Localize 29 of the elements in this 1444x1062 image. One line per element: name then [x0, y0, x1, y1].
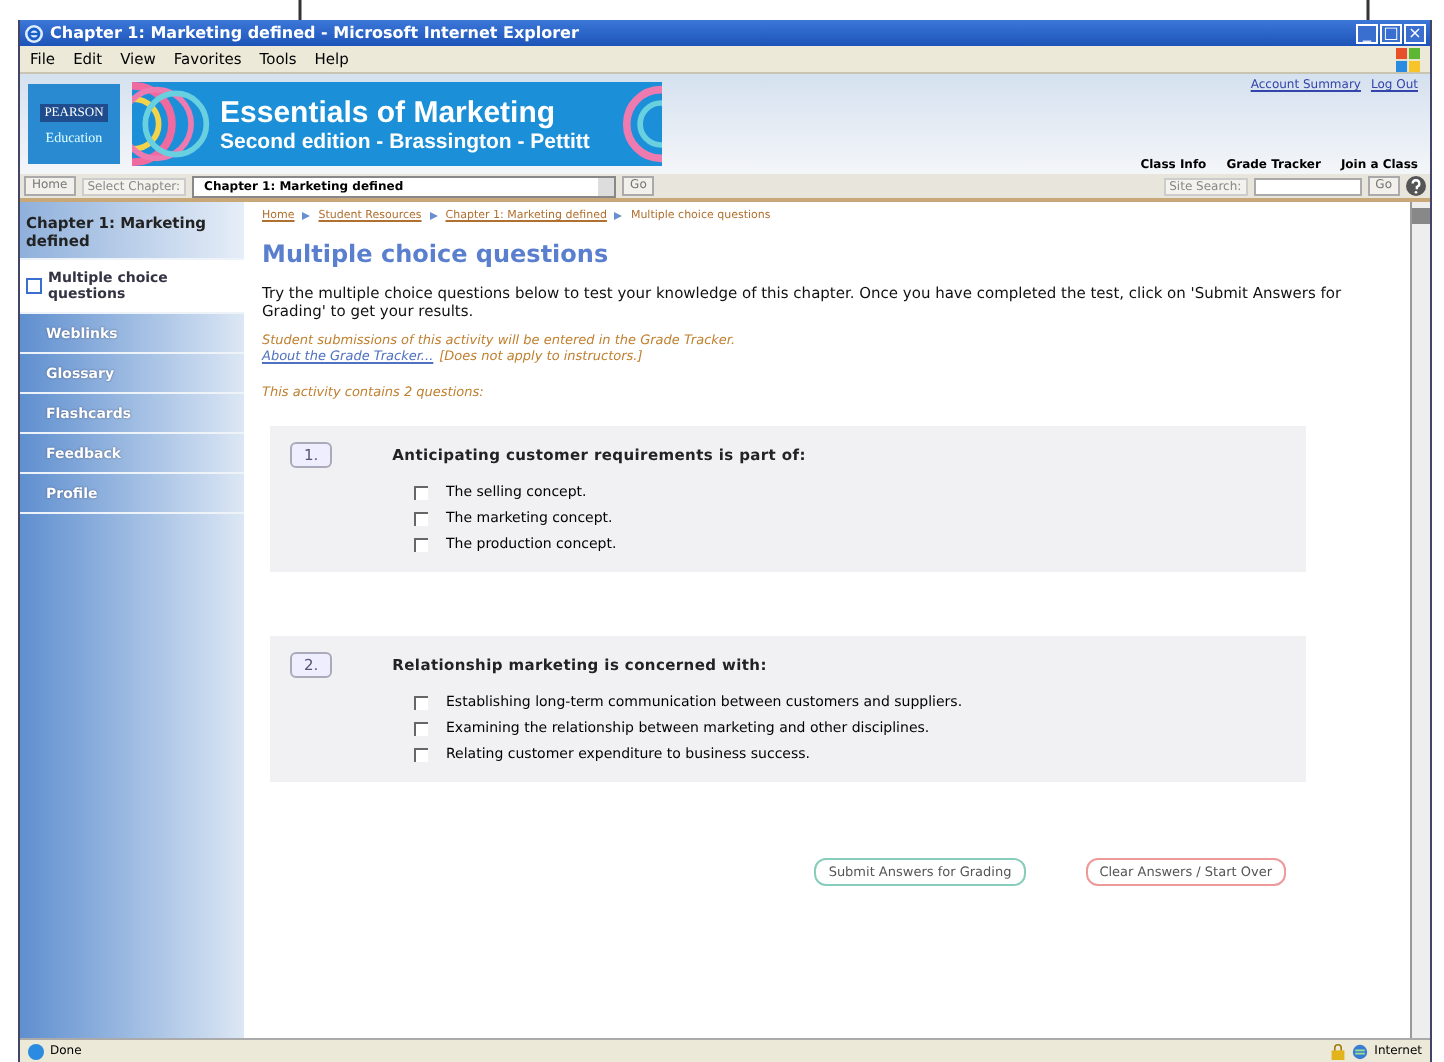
swirl-drawing	[622, 82, 662, 166]
radio-button[interactable]	[414, 485, 428, 499]
window-control-button[interactable]: ×	[1404, 23, 1426, 43]
search-field[interactable]	[1253, 177, 1362, 195]
breadcrumb-arrow-icon	[614, 212, 623, 220]
swirl-drawing	[132, 82, 212, 166]
page-title: Multiple choice questions	[262, 240, 611, 268]
leader-line	[1366, 0, 1370, 20]
scrollbar[interactable]	[1410, 202, 1430, 1038]
browser-icon	[24, 23, 44, 43]
globe-icon	[1352, 1043, 1369, 1059]
window-control-button[interactable]: □	[1380, 23, 1402, 43]
page-icon	[28, 1043, 44, 1059]
radio-button[interactable]	[414, 511, 428, 525]
windows-logo-icon	[1396, 47, 1420, 71]
breadcrumb-arrow-icon	[302, 212, 311, 220]
leader-line	[298, 0, 302, 20]
site-title: Essentials of Marketing	[220, 95, 558, 129]
radio-button[interactable]	[414, 747, 428, 761]
page-icon	[26, 278, 42, 294]
window-title: Chapter 1: Marketing defined - Microsoft Internet Explorer	[50, 24, 579, 42]
breadcrumb-arrow-icon	[429, 212, 438, 220]
radio-button[interactable]	[414, 721, 428, 735]
radio-button[interactable]	[414, 537, 428, 551]
window-control-button[interactable]: _	[1356, 23, 1378, 43]
help-icon	[1406, 176, 1426, 196]
site-subtitle: Second edition - Brassington - Pettitt	[220, 129, 590, 153]
lock-icon	[1330, 1043, 1347, 1059]
radio-button[interactable]	[414, 695, 428, 709]
